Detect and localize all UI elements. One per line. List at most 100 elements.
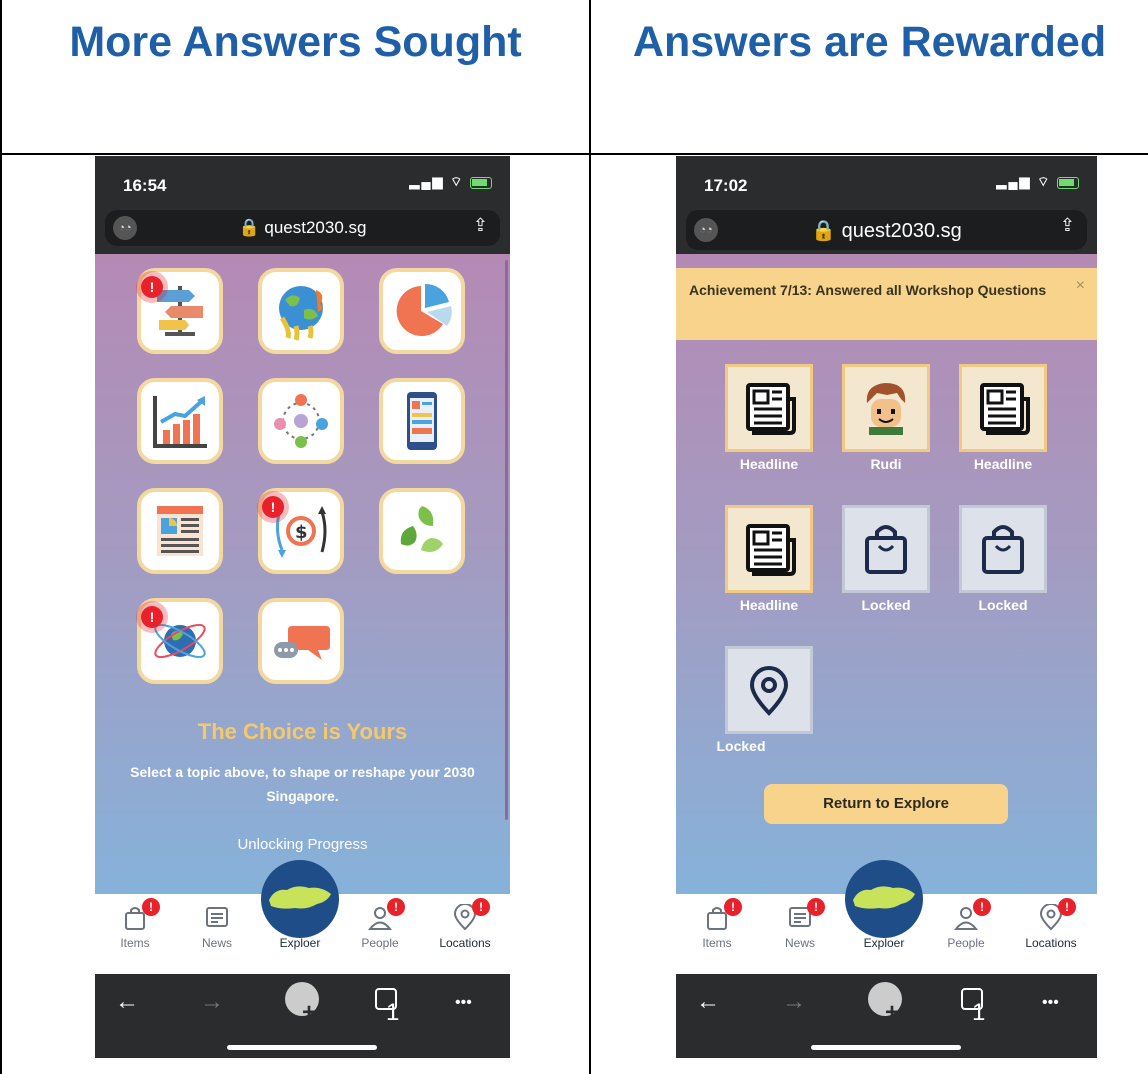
shopping-bag-icon	[865, 525, 907, 574]
choice-title: The Choice is Yours	[197, 719, 408, 744]
tab-switcher-button[interactable]: 1	[375, 988, 399, 1025]
growth-chart-icon	[153, 396, 207, 448]
bottom-tab-bar: Items ! News ! Exploer People ! Location…	[676, 860, 1097, 974]
forward-button[interactable]: →	[782, 988, 806, 1016]
tab-label: Exploer	[279, 936, 321, 950]
reward-tile-locked[interactable]	[959, 505, 1047, 593]
reward-label: Locked	[716, 738, 766, 754]
tab-locations[interactable]: Locations !	[1016, 894, 1086, 950]
achievement-text: Achievement 7/13: Answered all Workshop …	[689, 282, 1047, 298]
tab-label: People	[947, 936, 985, 950]
browser-toolbar: ← → + 1 •••	[95, 974, 510, 1058]
tab-explorer[interactable]: Exploer	[849, 894, 919, 950]
topic-tile-melting-earth[interactable]	[258, 268, 344, 354]
battery-icon	[1057, 176, 1079, 189]
address-bar[interactable]: ◔◔ 🔒 quest2030.sg ⇪	[105, 210, 500, 246]
tab-people[interactable]: People !	[931, 894, 1001, 950]
tab-label: Exploer	[863, 936, 905, 950]
tab-label: Items	[702, 936, 732, 950]
tab-label: News	[201, 936, 232, 950]
reward-tile-locked[interactable]	[842, 505, 930, 593]
tab-alert-badge: !	[807, 898, 825, 916]
reward-label: Headline	[739, 597, 799, 613]
more-menu-button[interactable]: •••	[455, 994, 472, 1012]
tab-items[interactable]: Items !	[100, 894, 170, 950]
comparison-table: More Answers Sought Answers are Rewarded…	[0, 0, 1148, 1074]
status-bar: 17:02 ▂▄▆ ⌔	[676, 156, 1097, 206]
tab-label: Locations	[1025, 936, 1077, 950]
reward-tile[interactable]	[959, 364, 1047, 452]
newspaper-icon	[157, 506, 203, 556]
alert-badge: !	[262, 496, 284, 518]
share-icon[interactable]: ⇪	[1060, 215, 1075, 236]
bottom-tab-bar: Items ! News Exploer People ! Locations …	[95, 860, 510, 974]
new-tab-label: +	[302, 999, 317, 1026]
chat-bubbles-icon	[274, 626, 330, 660]
tab-news[interactable]: News	[182, 894, 252, 950]
back-button[interactable]: ←	[115, 988, 139, 1016]
tab-label: Locations	[439, 936, 491, 950]
new-tab-button[interactable]: +	[285, 982, 319, 1026]
tab-explorer[interactable]: Exploer	[265, 894, 335, 950]
unlocking-progress-label: Unlocking Progress	[237, 836, 368, 853]
topic-tile-chat-bubbles[interactable]	[258, 598, 344, 684]
home-indicator	[227, 1045, 377, 1050]
url-text[interactable]: 🔒 quest2030.sg	[105, 218, 500, 238]
tab-label: People	[361, 936, 399, 950]
reward-tile[interactable]	[725, 505, 813, 593]
reward-tile[interactable]	[725, 364, 813, 452]
topic-tile-people-network[interactable]	[258, 378, 344, 464]
column-header-left: More Answers Sought	[69, 18, 522, 66]
table-border-left	[0, 0, 2, 1074]
share-icon[interactable]: ⇪	[473, 215, 488, 236]
forward-button[interactable]: →	[200, 988, 224, 1016]
status-icons: ▂▄▆ ⌔	[409, 174, 492, 190]
people-network-icon	[274, 394, 328, 448]
alert-badge: !	[141, 276, 163, 298]
choice-subtitle: Select a topic above, to shape or reshap…	[130, 764, 475, 804]
topic-tile-mobile-app[interactable]	[379, 378, 465, 464]
news-icon	[206, 907, 228, 927]
newspaper-icon	[746, 383, 796, 435]
browser-toolbar: ← → + 1 •••	[676, 974, 1097, 1058]
tab-items[interactable]: Items !	[682, 894, 752, 950]
topic-tile-growth-chart[interactable]	[137, 378, 223, 464]
topic-tile-newspaper[interactable]	[137, 488, 223, 574]
column-header-right: Answers are Rewarded	[632, 18, 1107, 66]
topic-content: ! $ ! ! The Choice is Yours Select a top…	[95, 254, 510, 894]
new-tab-button[interactable]: +	[868, 982, 902, 1026]
return-to-explore-button[interactable]: Return to Explore	[764, 784, 1008, 824]
reward-tile[interactable]	[842, 364, 930, 452]
reward-tile-locked[interactable]	[725, 646, 813, 734]
tab-locations[interactable]: Locations !	[430, 894, 500, 950]
topic-tile-recycle-leaves[interactable]	[379, 488, 465, 574]
tab-alert-badge: !	[472, 898, 490, 916]
shopping-bag-icon	[982, 525, 1024, 574]
url-label: quest2030.sg	[841, 220, 962, 242]
tab-alert-badge: !	[387, 898, 405, 916]
new-tab-label: +	[885, 999, 900, 1026]
tab-count: 1	[386, 999, 400, 1026]
tab-news[interactable]: News !	[765, 894, 835, 950]
phone-screen-left: 16:54 ▂▄▆ ⌔ ◔◔ 🔒 quest2030.sg ⇪ ! $ ! ! …	[95, 156, 510, 1058]
alert-badge: !	[141, 606, 163, 628]
reward-label: Headline	[973, 456, 1033, 472]
reward-label: Locked	[978, 597, 1028, 613]
character-avatar-icon	[866, 383, 906, 435]
tab-switcher-button[interactable]: 1	[961, 988, 985, 1025]
pie-chart-icon	[396, 283, 452, 336]
recycle-leaves-icon	[400, 506, 443, 552]
topic-tile-pie-chart[interactable]	[379, 268, 465, 354]
tab-people[interactable]: People !	[345, 894, 415, 950]
address-bar[interactable]: ◔◔ 🔒 quest2030.sg ⇪	[686, 210, 1087, 250]
achievement-banner: Achievement 7/13: Answered all Workshop …	[676, 268, 1097, 340]
location-pin-icon	[749, 666, 789, 716]
battery-icon	[470, 176, 492, 189]
url-text[interactable]: 🔒 quest2030.sg	[686, 218, 1087, 243]
close-icon[interactable]: ×	[1076, 274, 1085, 298]
back-button[interactable]: ←	[696, 988, 720, 1016]
tab-label: Items	[120, 936, 150, 950]
tab-alert-badge: !	[1058, 898, 1076, 916]
more-menu-button[interactable]: •••	[1042, 994, 1059, 1012]
tab-label: News	[784, 936, 815, 950]
